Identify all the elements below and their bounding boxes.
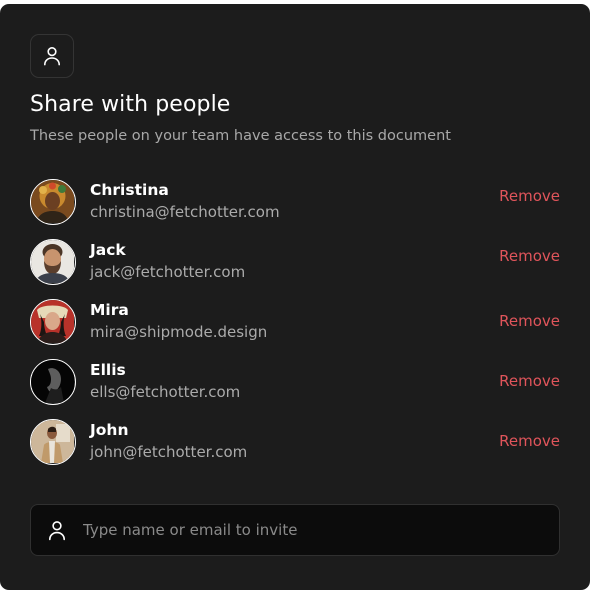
list-item: Ellis ells@fetchotter.com Remove — [30, 358, 560, 418]
list-item: Mira mira@shipmode.design Remove — [30, 298, 560, 358]
person-name: Ellis — [90, 361, 126, 379]
dialog-title: Share with people — [30, 92, 231, 117]
remove-button[interactable]: Remove — [499, 312, 560, 330]
person-name: John — [90, 421, 129, 439]
person-email: jack@fetchotter.com — [90, 263, 246, 281]
avatar — [30, 179, 76, 225]
avatar — [30, 239, 76, 285]
remove-button[interactable]: Remove — [499, 432, 560, 450]
person-email: mira@shipmode.design — [90, 323, 268, 341]
avatar — [30, 419, 76, 465]
person-email: john@fetchotter.com — [90, 443, 248, 461]
user-icon — [31, 505, 83, 555]
share-dialog: Share with people These people on your t… — [0, 4, 590, 590]
list-item: John john@fetchotter.com Remove — [30, 418, 560, 478]
dialog-subtitle: These people on your team have access to… — [30, 128, 451, 144]
avatar — [30, 299, 76, 345]
person-name: Christina — [90, 181, 169, 199]
person-email: ells@fetchotter.com — [90, 383, 241, 401]
remove-button[interactable]: Remove — [499, 247, 560, 265]
remove-button[interactable]: Remove — [499, 187, 560, 205]
list-item: Jack jack@fetchotter.com Remove — [30, 238, 560, 298]
invite-input[interactable] — [83, 505, 559, 555]
people-list: Christina christina@fetchotter.com Remov… — [30, 178, 560, 478]
list-item: Christina christina@fetchotter.com Remov… — [30, 178, 560, 238]
avatar — [30, 359, 76, 405]
remove-button[interactable]: Remove — [499, 372, 560, 390]
person-name: Mira — [90, 301, 129, 319]
invite-field — [30, 504, 560, 556]
person-email: christina@fetchotter.com — [90, 203, 280, 221]
user-icon — [30, 34, 74, 78]
person-name: Jack — [90, 241, 126, 259]
